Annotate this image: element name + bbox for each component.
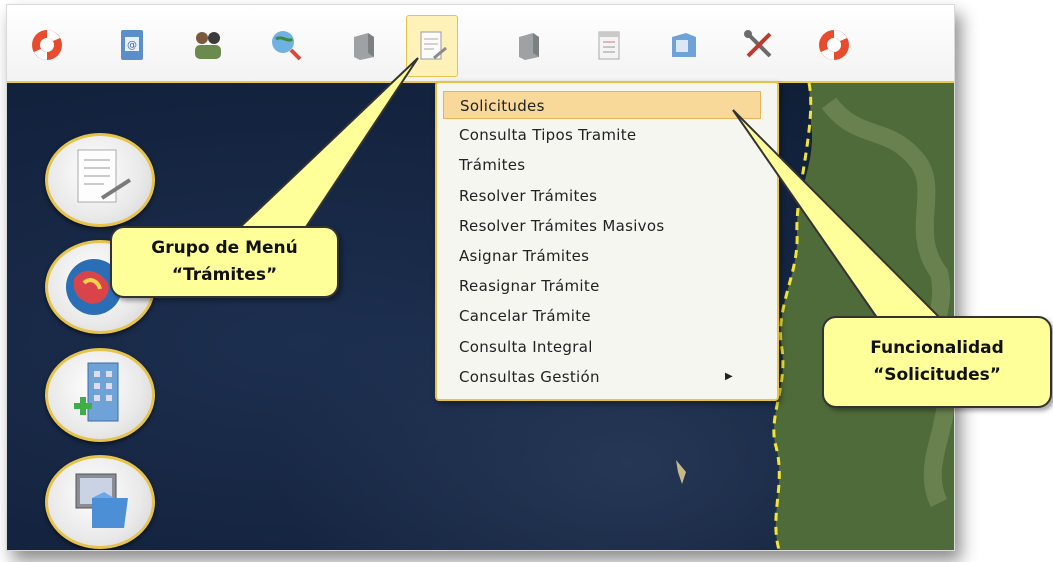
callout-grupo-line2: “Trámites” bbox=[171, 265, 278, 285]
callout-func-line2: “Solicitudes” bbox=[873, 365, 1001, 385]
callout-func-line1: Funcionalidad bbox=[870, 338, 1004, 358]
callout-funcionalidad: Funcionalidad “Solicitudes” bbox=[822, 316, 1052, 408]
callout-grupo-line1: Grupo de Menú bbox=[151, 238, 298, 258]
callout-grupo-menu: Grupo de Menú “Trámites” bbox=[110, 226, 339, 298]
